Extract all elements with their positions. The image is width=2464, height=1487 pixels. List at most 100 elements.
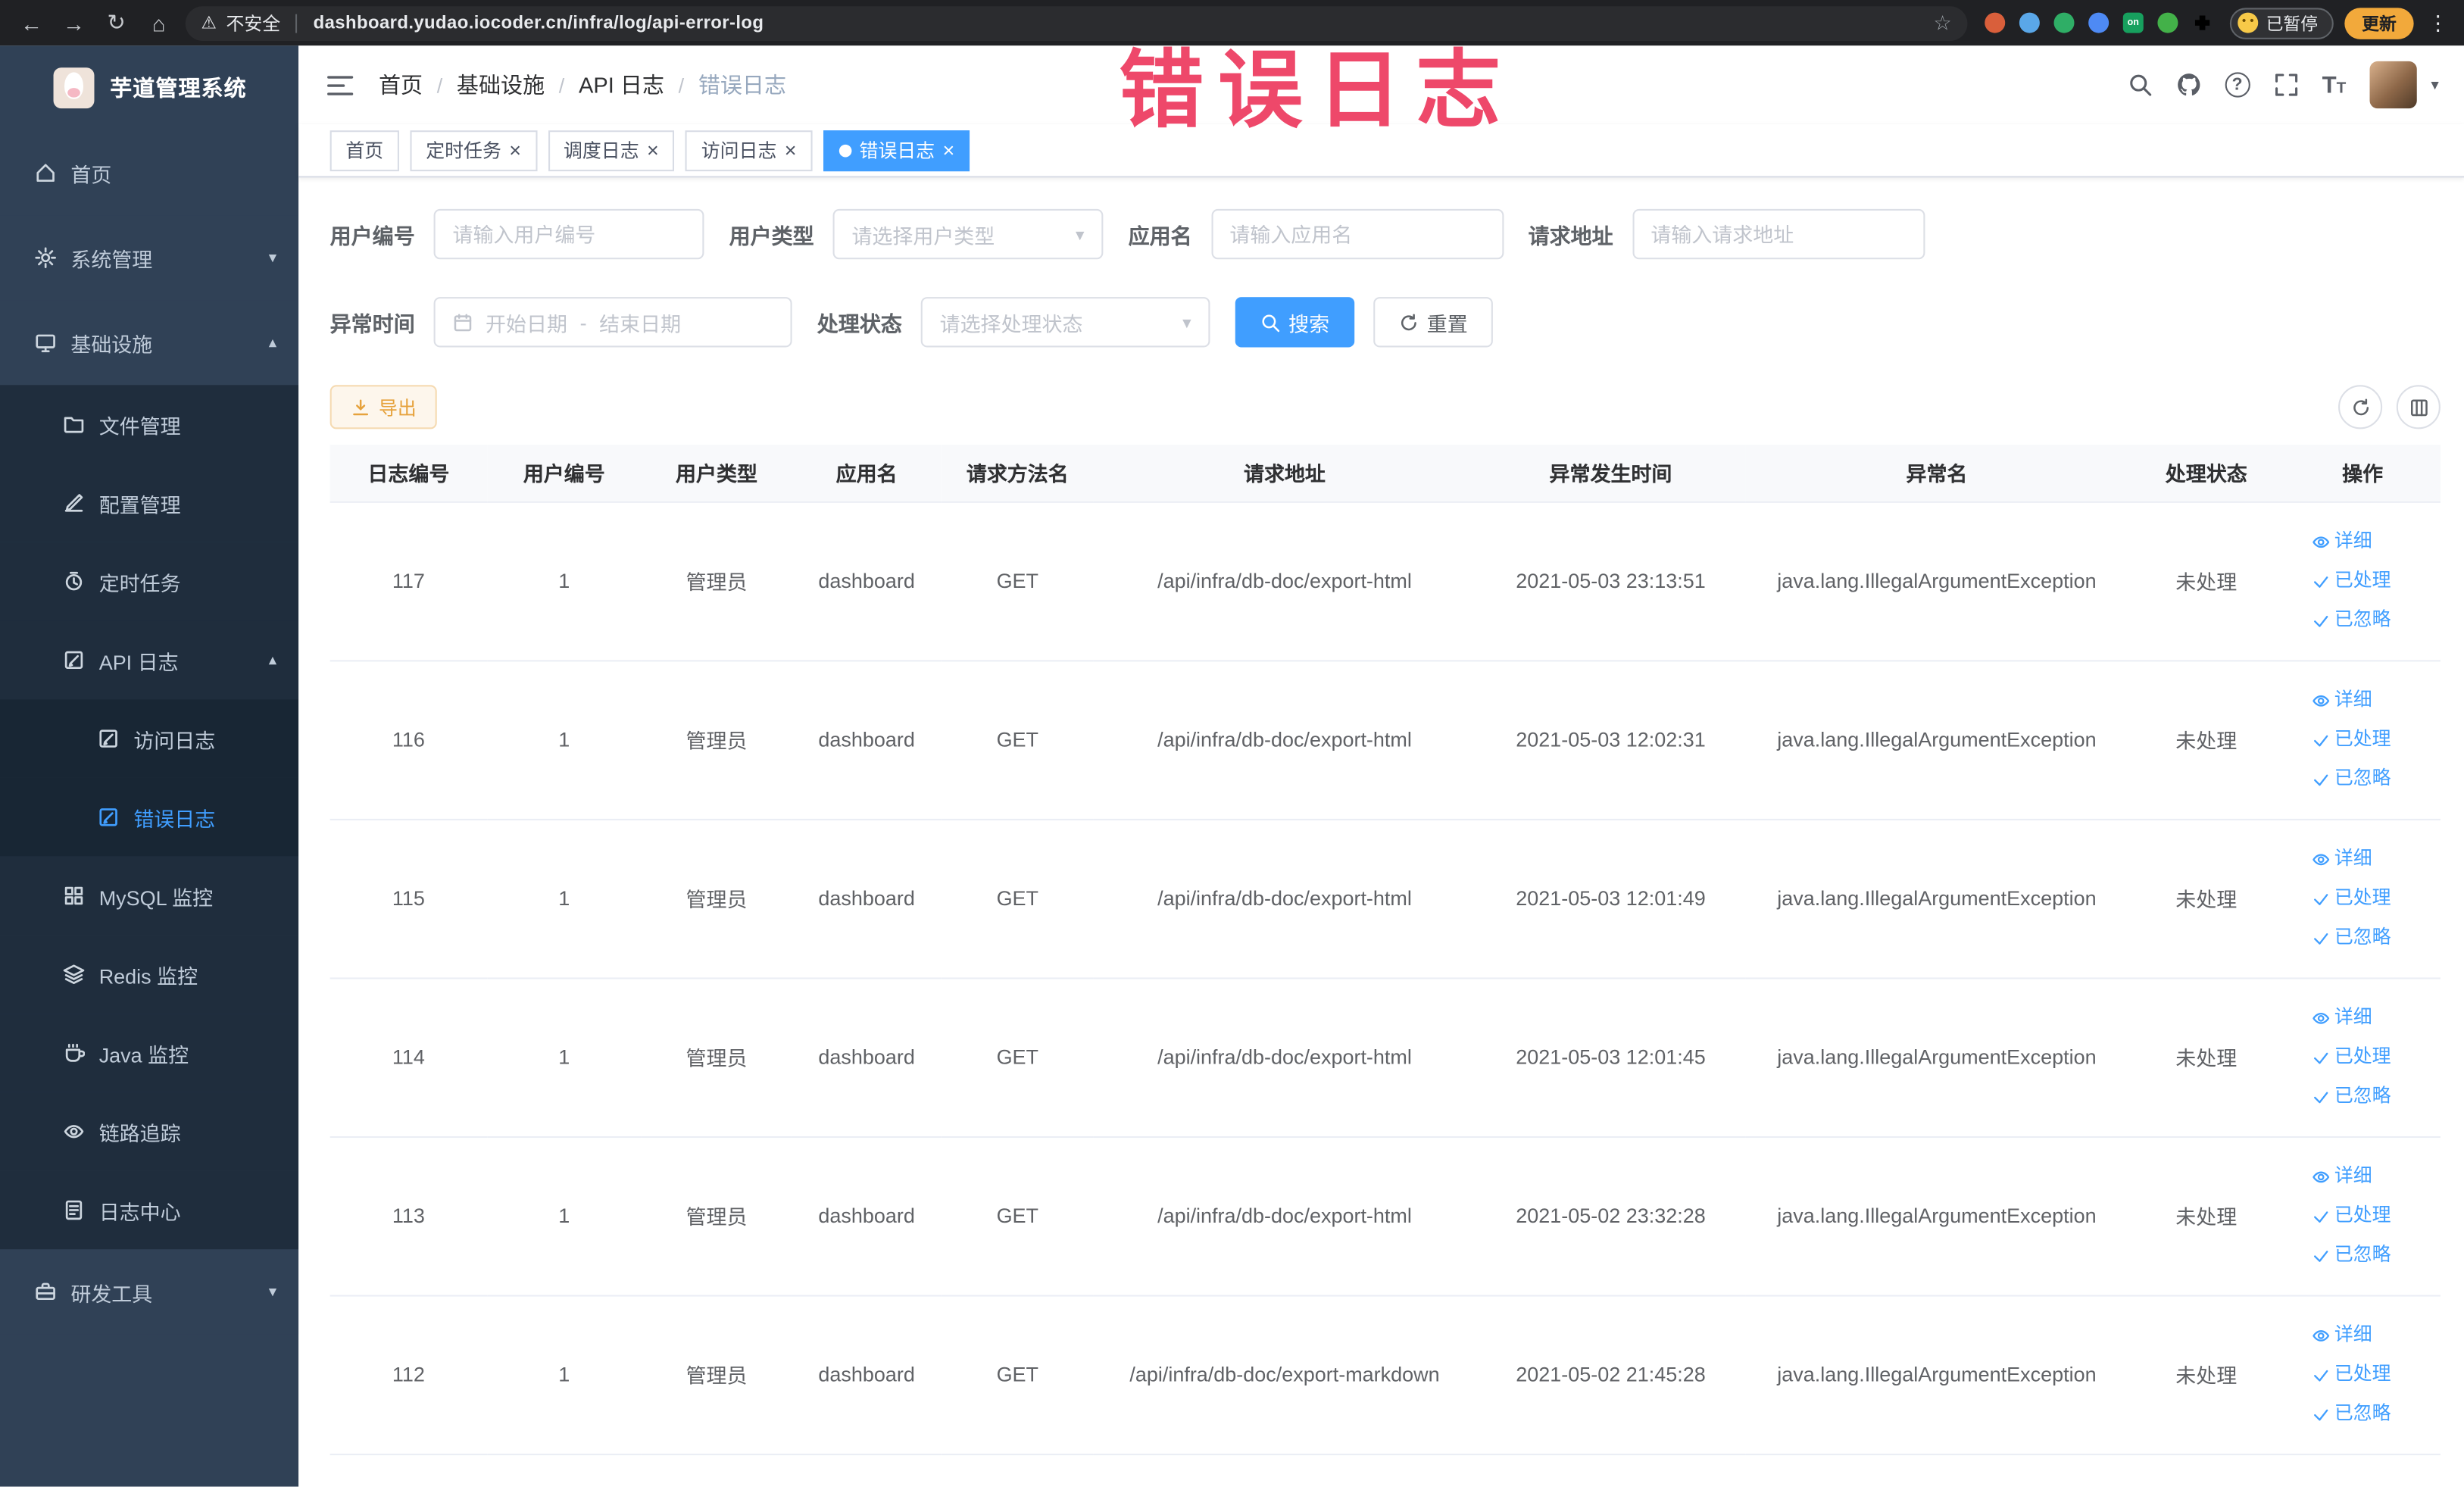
sidebar-item-log-center[interactable]: 日志中心 — [0, 1170, 299, 1250]
chevron-down-icon: ▾ — [1076, 225, 1085, 245]
omnibox-divider — [295, 13, 298, 33]
action-detail-link[interactable]: 详细 — [2311, 1157, 2415, 1196]
action-ignored-link[interactable]: 已忽略 — [2311, 759, 2415, 798]
row-actions: 详细 已处理 已忽略 — [2311, 522, 2415, 640]
close-icon[interactable]: × — [785, 140, 797, 161]
back-icon[interactable]: ← — [16, 5, 47, 40]
breadcrumb-infra[interactable]: 基础设施 — [457, 69, 545, 100]
action-ignored-link[interactable]: 已忽略 — [2311, 918, 2415, 957]
chevron-down-icon: ▾ — [1182, 313, 1191, 333]
process-status-select[interactable]: 请选择处理状态 ▾ — [920, 297, 1210, 348]
refresh-table-button[interactable] — [2338, 385, 2383, 430]
ext-extensions-puzzle-icon[interactable] — [2192, 13, 2213, 33]
sidebar-item-label: 访问日志 — [133, 728, 216, 752]
sidebar-item-system[interactable]: 系统管理 ▾ — [0, 215, 299, 301]
ext-blue-grid-icon[interactable] — [2088, 12, 2110, 33]
sidebar-item-config[interactable]: 配置管理 — [0, 464, 299, 542]
tab-home[interactable]: 首页 — [329, 130, 399, 171]
sidebar-item-file[interactable]: 文件管理 — [0, 385, 299, 464]
ext-blue-drop-icon[interactable] — [2019, 12, 2040, 33]
sidebar-item-job[interactable]: 定时任务 — [0, 542, 299, 621]
top-navbar: 首页 / 基础设施 / API 日志 / 错误日志 ? T T ▾ — [298, 45, 2464, 124]
action-ignored-link[interactable]: 已忽略 — [2311, 601, 2415, 640]
search-button[interactable]: 搜索 — [1235, 297, 1355, 348]
action-processed-link[interactable]: 已处理 — [2311, 1196, 2415, 1236]
request-url-input[interactable] — [1632, 208, 1925, 260]
action-processed-link[interactable]: 已处理 — [2311, 1354, 2415, 1394]
paused-badge[interactable]: 已暂停 — [2229, 7, 2334, 39]
breadcrumb-home[interactable]: 首页 — [379, 69, 423, 100]
export-button[interactable]: 导出 — [329, 385, 437, 430]
reload-icon[interactable]: ↻ — [101, 5, 132, 40]
app-logo[interactable]: 芋道管理系统 — [0, 45, 298, 130]
action-detail-link[interactable]: 详细 — [2311, 522, 2415, 561]
cell-exception: java.lang.IllegalArgumentException — [1745, 1136, 2128, 1296]
action-ignored-link[interactable]: 已忽略 — [2311, 1394, 2415, 1433]
user-type-label: 用户类型 — [729, 224, 814, 248]
url-text: dashboard.yudao.iocoder.cn/infra/log/api… — [313, 13, 764, 33]
ext-green-circle-icon[interactable] — [2053, 12, 2075, 33]
action-processed-link[interactable]: 已处理 — [2311, 561, 2415, 601]
collapse-sidebar-icon[interactable] — [327, 73, 354, 96]
sidebar-item-label: 配置管理 — [98, 492, 181, 517]
close-icon[interactable]: × — [942, 140, 954, 161]
tab-error-log[interactable]: 错误日志 × — [823, 130, 970, 171]
sidebar-item-dev-tools[interactable]: 研发工具 ▾ — [0, 1249, 299, 1335]
sidebar-item-error-log[interactable]: 错误日志 — [0, 777, 299, 857]
app-name-input[interactable] — [1210, 208, 1504, 260]
sidebar-item-trace[interactable]: 链路追踪 — [0, 1092, 299, 1171]
action-detail-link[interactable]: 详细 — [2311, 998, 2415, 1037]
close-icon[interactable]: × — [647, 140, 659, 161]
user-id-input[interactable] — [433, 208, 704, 260]
action-detail-link[interactable]: 详细 — [2311, 1315, 2415, 1354]
tab-job-log[interactable]: 调度日志 × — [548, 130, 675, 171]
bookmark-star-icon[interactable]: ☆ — [1933, 10, 1951, 35]
chevron-down-icon: ▾ — [268, 1282, 277, 1301]
action-detail-link[interactable]: 详细 — [2311, 839, 2415, 879]
chevron-down-icon[interactable]: ▾ — [2431, 77, 2438, 94]
user-type-select[interactable]: 请选择用户类型 ▾ — [832, 208, 1104, 260]
ext-orange-circle-icon[interactable] — [1985, 12, 2006, 33]
action-processed-link[interactable]: 已处理 — [2311, 720, 2415, 759]
check-icon — [2311, 770, 2330, 789]
search-icon[interactable] — [2127, 72, 2152, 97]
ext-green-leaf-icon[interactable] — [2157, 12, 2178, 33]
browser-menu-icon[interactable]: ⋮ — [2428, 10, 2448, 35]
help-icon[interactable]: ? — [2225, 72, 2250, 98]
browser-home-icon[interactable]: ⌂ — [143, 5, 174, 40]
action-processed-link[interactable]: 已处理 — [2311, 879, 2415, 918]
ext-on-badge-icon[interactable]: on — [2122, 12, 2144, 33]
tab-access-log[interactable]: 访问日志 × — [685, 130, 813, 171]
sidebar-item-api-log[interactable]: API 日志 ▴ — [0, 620, 299, 700]
column-header: 请求方法名 — [941, 445, 1094, 502]
avatar[interactable] — [2369, 61, 2417, 109]
cell-url: /api/infra/db-doc/export-html — [1093, 977, 1476, 1137]
sidebar-item-mysql[interactable]: MySQL 监控 — [0, 856, 299, 936]
sidebar-item-infra[interactable]: 基础设施 ▴ — [0, 300, 299, 386]
fullscreen-icon[interactable] — [2273, 72, 2298, 97]
forward-icon[interactable]: → — [58, 5, 89, 40]
action-ignored-link[interactable]: 已忽略 — [2311, 1236, 2415, 1275]
check-icon — [2311, 1365, 2330, 1384]
column-settings-button[interactable] — [2396, 385, 2441, 430]
close-icon[interactable]: × — [509, 140, 521, 161]
sidebar-item-label: 日志中心 — [98, 1199, 181, 1224]
action-ignored-link[interactable]: 已忽略 — [2311, 1076, 2415, 1116]
tab-job[interactable]: 定时任务 × — [410, 130, 537, 171]
font-size-icon[interactable]: T T — [2322, 71, 2347, 98]
sidebar-item-java[interactable]: Java 监控 — [0, 1014, 299, 1092]
ext-on-badge-label: on — [2127, 17, 2139, 28]
breadcrumb-api-log[interactable]: API 日志 — [579, 69, 664, 100]
sidebar-item-access-log[interactable]: 访问日志 — [0, 699, 299, 778]
action-detail-link[interactable]: 详细 — [2311, 680, 2415, 720]
reset-button[interactable]: 重置 — [1373, 297, 1493, 348]
address-bar[interactable]: ⚠ 不安全 dashboard.yudao.iocoder.cn/infra/l… — [185, 5, 1968, 40]
action-processed-link[interactable]: 已处理 — [2311, 1037, 2415, 1076]
sidebar-item-home[interactable]: 首页 — [0, 130, 299, 216]
action-label: 已处理 — [2334, 1362, 2391, 1385]
chevron-up-icon: ▴ — [268, 333, 277, 351]
date-range-picker[interactable]: 开始日期 - 结束日期 — [433, 297, 792, 348]
github-icon[interactable] — [2176, 72, 2201, 97]
update-button[interactable]: 更新 — [2344, 7, 2414, 39]
sidebar-item-redis[interactable]: Redis 监控 — [0, 935, 299, 1014]
